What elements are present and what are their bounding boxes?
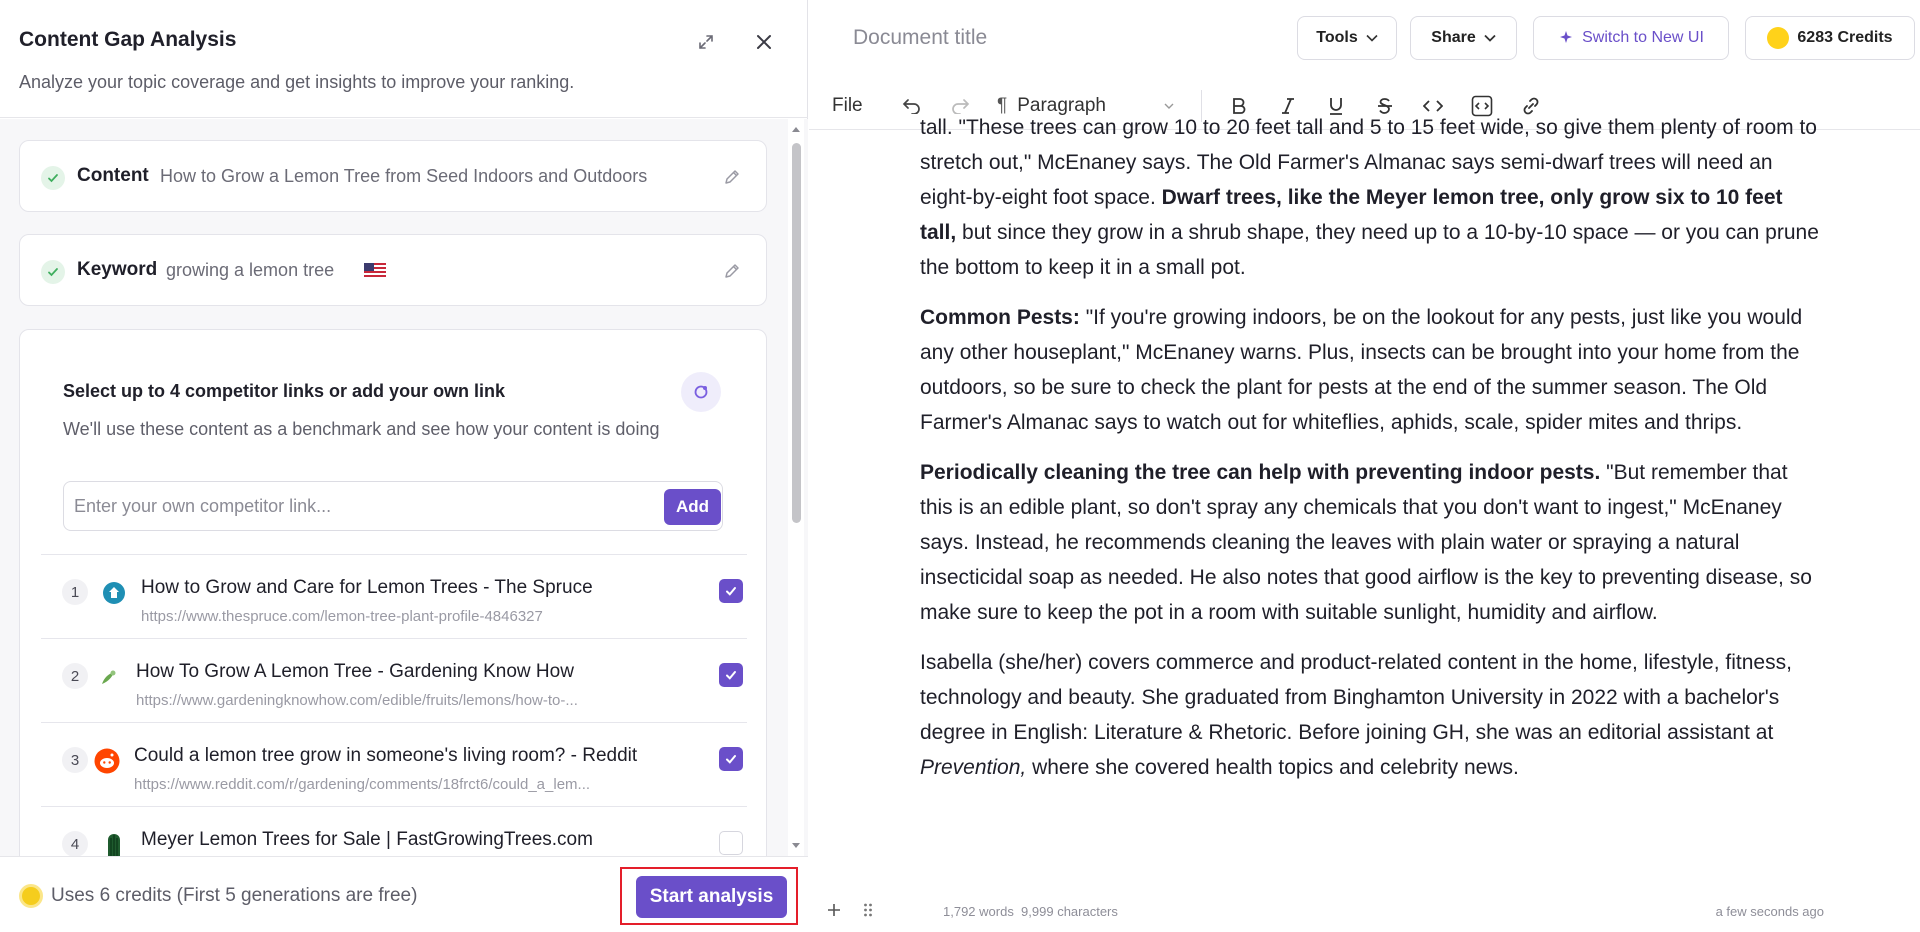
competitors-title: Select up to 4 competitor links or add y… [63,381,506,401]
body-paragraph: Common Pests: "If you're growing indoors… [920,300,1820,440]
competitor-title: Could a lemon tree grow in someone's liv… [134,745,638,766]
paragraph-text: where she covered health topics and cele… [1026,756,1519,779]
body-paragraph: Isabella (she/her) covers commerce and p… [920,645,1820,785]
competitor-row[interactable]: 3 Could a lemon tree grow in someone's l… [41,722,747,806]
check-icon [41,260,65,284]
competitor-title: Meyer Lemon Trees for Sale | FastGrowing… [141,829,593,850]
fast-growing-trees-icon [100,831,128,856]
reddit-icon [93,747,121,775]
add-link-button[interactable]: Add [664,489,721,525]
keyword-label: Keyword [77,259,158,280]
us-flag-icon [364,263,386,279]
file-menu[interactable]: File [832,90,863,122]
panel-footer: Uses 6 credits (First 5 generations are … [0,856,808,932]
keyword-card: Keyword growing a lemon tree [19,234,767,306]
row-number: 4 [62,831,88,856]
credits-label: 6283 Credits [1797,29,1893,46]
content-value: How to Grow a Lemon Tree from Seed Indoo… [160,166,648,186]
content-card: Content How to Grow a Lemon Tree from Se… [19,140,767,212]
keyword-value: growing a lemon tree [166,260,335,280]
scroll-down-icon[interactable] [791,841,801,851]
chevron-down-icon [1484,34,1496,42]
coin-icon [1767,27,1790,49]
tools-button[interactable]: Tools [1297,16,1397,60]
share-button[interactable]: Share [1410,16,1517,60]
document-body[interactable]: tall. "These trees can grow 10 to 20 fee… [920,110,1820,888]
coin-icon [19,884,43,908]
check-icon [41,166,65,190]
word-count: 1,792 words 9,999 characters [943,904,1118,919]
credits-note: Uses 6 credits (First 5 generations are … [51,885,418,906]
content-gap-panel: Content Gap Analysis Analyze your topic … [0,0,808,932]
tools-label: Tools [1316,29,1358,46]
competitor-title: How To Grow A Lemon Tree - Gardening Kno… [136,661,574,682]
paragraph-text: "But remember that this is an edible pla… [920,461,1812,624]
gardening-know-how-icon [95,663,123,691]
document-title[interactable]: Document title [853,26,987,50]
close-icon[interactable] [750,28,778,56]
drag-handle-icon[interactable] [856,898,880,922]
chevron-down-icon [1366,34,1378,42]
competitor-link-input[interactable] [74,490,634,522]
italic-text: Prevention, [920,756,1027,779]
edit-keyword-icon[interactable] [720,259,744,283]
bold-text: Common Pests: [920,306,1080,329]
plus-icon[interactable] [822,898,846,922]
switch-new-ui-button[interactable]: Switch to New UI [1533,16,1729,60]
panel-header: Content Gap Analysis Analyze your topic … [0,0,808,118]
panel-scrollbar[interactable] [788,119,804,856]
credits-button[interactable]: 6283 Credits [1745,16,1915,60]
competitor-url: https://www.thespruce.com/lemon-tree-pla… [141,608,543,625]
competitor-checkbox[interactable] [719,747,743,771]
row-number: 2 [62,663,88,689]
content-label: Content [77,165,149,186]
panel-title: Content Gap Analysis [19,28,237,51]
row-number: 1 [62,579,88,605]
edit-content-icon[interactable] [720,165,744,189]
expand-icon[interactable] [692,28,720,56]
start-analysis-button[interactable]: Start analysis [636,876,787,918]
row-number: 3 [62,747,88,773]
competitor-row[interactable]: 2 How To Grow A Lemon Tree - Gardening K… [41,638,747,722]
body-paragraph: tall. "These trees can grow 10 to 20 fee… [920,110,1820,285]
panel-scroll-area: Content How to Grow a Lemon Tree from Se… [0,119,808,856]
competitor-checkbox[interactable] [719,663,743,687]
bold-text: Periodically cleaning the tree can help … [920,461,1601,484]
competitor-row[interactable]: 1 How to Grow and Care for Lemon Trees -… [41,554,747,638]
panel-subtitle: Analyze your topic coverage and get insi… [19,72,575,92]
share-label: Share [1431,29,1476,46]
competitor-row[interactable]: 4 Meyer Lemon Trees for Sale | FastGrowi… [41,806,747,856]
switch-new-ui-label: Switch to New UI [1582,29,1704,46]
paragraph-text: but since they grow in a shrub shape, th… [920,221,1819,279]
sparkle-icon [1560,31,1573,43]
competitor-link-field: Add [63,481,723,531]
saved-time: a few seconds ago [1715,904,1824,919]
competitor-title: How to Grow and Care for Lemon Trees - T… [141,577,593,598]
competitor-url: https://www.reddit.com/r/gardening/comme… [134,776,591,793]
spruce-icon [100,579,128,607]
competitor-checkbox[interactable] [719,831,743,855]
chevron-down-icon [1164,103,1174,109]
competitor-checkbox[interactable] [719,579,743,603]
competitor-list: 1 How to Grow and Care for Lemon Trees -… [41,554,747,856]
magic-suggest-icon[interactable] [681,372,721,412]
competitors-card: Select up to 4 competitor links or add y… [19,329,767,856]
competitor-url: https://www.gardeningknowhow.com/edible/… [136,692,578,709]
scroll-up-icon[interactable] [791,124,801,134]
scroll-thumb[interactable] [792,143,801,523]
document-editor: Document title Tools Share Switch to New… [809,0,1920,932]
body-paragraph: Periodically cleaning the tree can help … [920,455,1820,630]
competitors-description: We'll use these content as a benchmark a… [63,419,660,439]
paragraph-text: Isabella (she/her) covers commerce and p… [920,651,1792,744]
editor-statusbar: 1,792 words 9,999 characters a few secon… [809,890,1920,932]
